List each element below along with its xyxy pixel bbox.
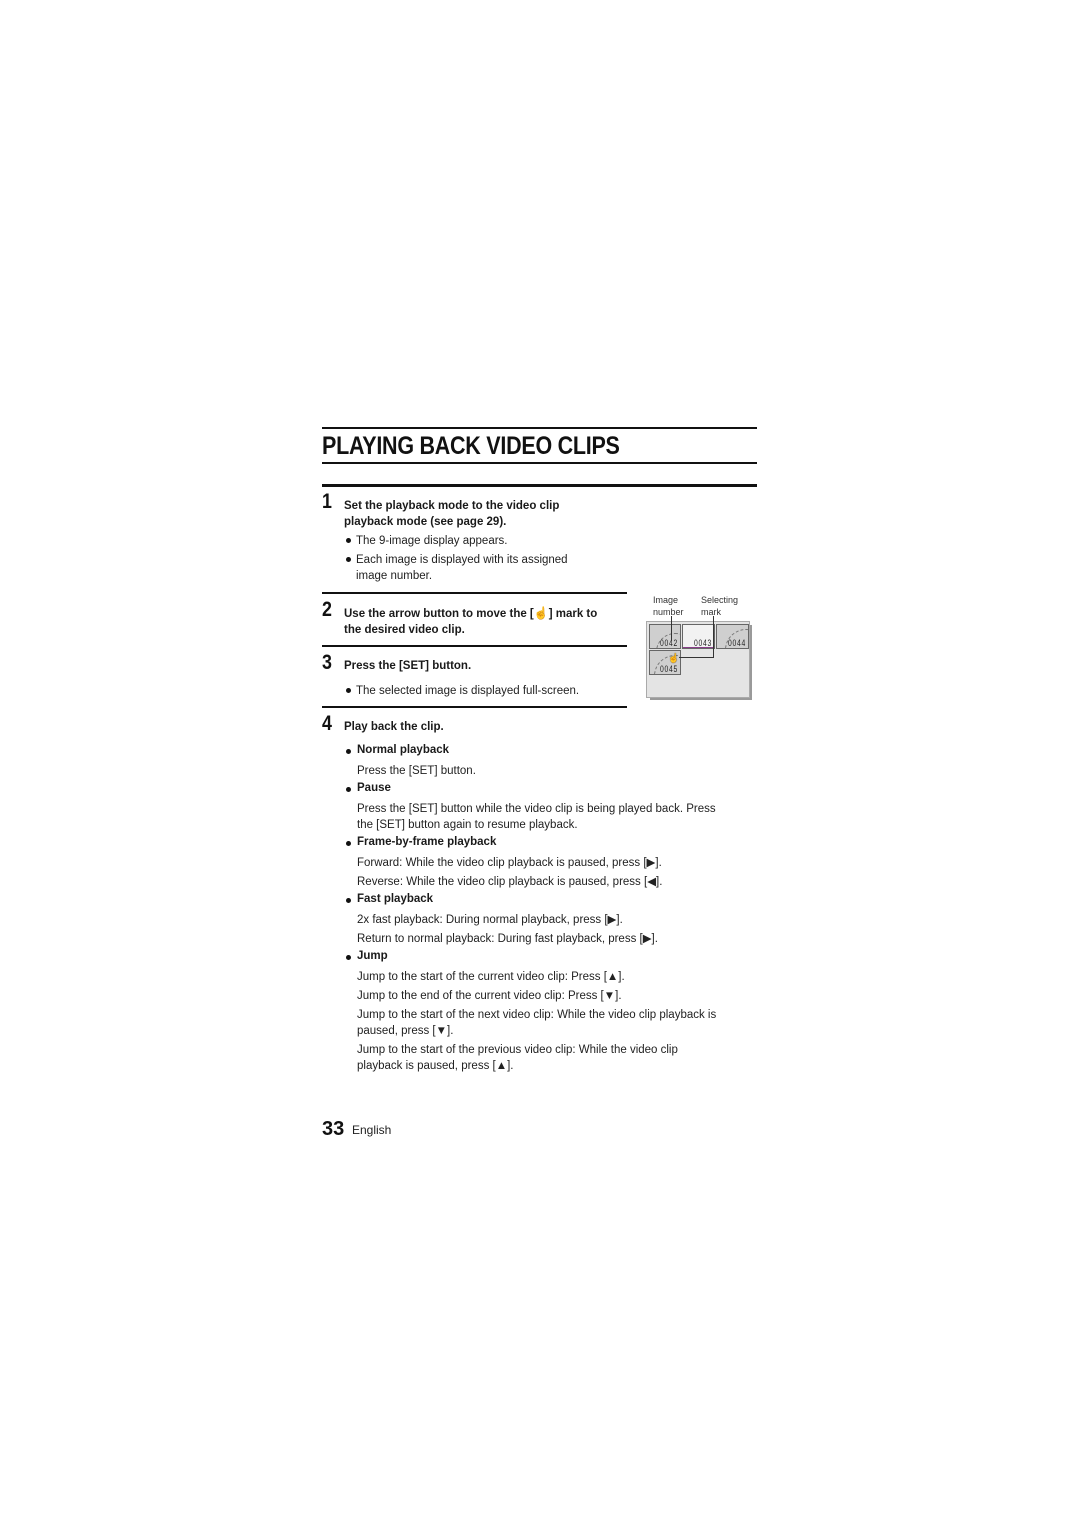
bullet-icon xyxy=(346,557,351,562)
callout-image-number: Image number xyxy=(653,594,684,618)
hand-pointer-icon: ☝ xyxy=(668,653,680,663)
text-line: Jump to the start of the previous video … xyxy=(357,1044,678,1056)
section-jump-previous: Jump to the start of the previous video … xyxy=(357,1042,678,1074)
step-4-rule xyxy=(322,706,627,708)
step-1-heading-line: playback mode (see page 29). xyxy=(344,516,507,528)
step-1-heading-line: Set the playback mode to the video clip xyxy=(344,500,560,512)
bullet-icon xyxy=(346,955,351,960)
image-number-label: 0042 xyxy=(659,638,678,648)
bullet-icon xyxy=(346,749,351,754)
step-2-heading-pre: Use the arrow button to move the [ xyxy=(344,608,534,620)
page-title: PLAYING BACK VIDEO CLIPS xyxy=(322,432,620,460)
step-3-rule xyxy=(322,645,627,647)
section-pause-title: Pause xyxy=(357,782,391,794)
bullet-icon xyxy=(346,787,351,792)
page-number: 33 xyxy=(322,1118,345,1140)
section-frame-by-frame-reverse: Reverse: While the video clip playback i… xyxy=(357,876,663,888)
section-frame-by-frame-title: Frame-by-frame playback xyxy=(357,836,497,848)
step-3-heading: Press the [SET] button. xyxy=(344,660,472,672)
callout-leader-selecting-mark-h xyxy=(679,657,714,658)
step-2-number: 2 xyxy=(322,598,332,621)
section-jump-start-current: Jump to the start of the current video c… xyxy=(357,971,625,983)
title-top-rule xyxy=(322,427,757,429)
step-1-number: 1 xyxy=(322,490,332,513)
image-number-label: 0044 xyxy=(727,638,746,648)
thumbnail-0043[interactable]: 0043 xyxy=(682,624,715,649)
callout-line: mark xyxy=(701,607,721,617)
callout-line: number xyxy=(653,607,684,617)
section-rule xyxy=(322,484,757,487)
section-pause-text: Press the [SET] button while the video c… xyxy=(357,801,716,833)
thumbnail-0042[interactable]: 0042 xyxy=(649,624,681,649)
step-2-heading-line: the desired video clip. xyxy=(344,624,465,636)
bullet-icon xyxy=(346,538,351,543)
section-fast-playback-title: Fast playback xyxy=(357,893,434,905)
section-frame-by-frame-forward: Forward: While the video clip playback i… xyxy=(357,857,662,869)
step-4-number: 4 xyxy=(322,712,332,735)
page-language: English xyxy=(352,1123,392,1137)
section-jump-next: Jump to the start of the next video clip… xyxy=(357,1007,716,1039)
selection-underline xyxy=(683,647,714,648)
bullet-icon xyxy=(346,688,351,693)
thumbnail-0045[interactable]: 0045 ☝ xyxy=(649,650,681,675)
text-line: the [SET] button again to resume playbac… xyxy=(357,819,578,831)
hand-pointer-icon: ☝ xyxy=(533,606,549,620)
thumbnail-0044[interactable]: 0044 xyxy=(716,624,749,649)
section-normal-playback-title: Normal playback xyxy=(357,744,450,756)
callout-selecting-mark: Selecting mark xyxy=(701,594,738,618)
text-line: paused, press [▼]. xyxy=(357,1025,454,1037)
text-line: Press the [SET] button while the video c… xyxy=(357,803,716,815)
step-3-number: 3 xyxy=(322,651,332,674)
section-fast-playback-return: Return to normal playback: During fast p… xyxy=(357,933,658,945)
title-bottom-rule xyxy=(322,462,757,464)
step-2-rule xyxy=(322,592,627,594)
step-2-heading: Use the arrow button to move the [☝] mar… xyxy=(344,605,597,638)
section-jump-title: Jump xyxy=(357,950,388,962)
step-4-heading: Play back the clip. xyxy=(344,721,444,733)
image-number-label: 0045 xyxy=(659,664,678,674)
callout-line: Image xyxy=(653,595,679,605)
step-1-heading: Set the playback mode to the video clip … xyxy=(344,498,559,530)
step-2-heading-post: ] mark to xyxy=(548,608,598,620)
step-1-bullet-1: The 9-image display appears. xyxy=(356,535,508,547)
step-1-bullet-2-line: Each image is displayed with its assigne… xyxy=(356,554,568,566)
section-fast-playback-2x: 2x fast playback: During normal playback… xyxy=(357,914,623,926)
callout-leader-image-number xyxy=(671,616,672,640)
text-line: Jump to the start of the next video clip… xyxy=(357,1009,717,1021)
step-1-bullet-2-line: image number. xyxy=(356,570,433,582)
section-jump-end-current: Jump to the end of the current video cli… xyxy=(357,990,622,1002)
callout-line: Selecting xyxy=(701,595,739,605)
callout-leader-selecting-mark xyxy=(713,616,714,657)
section-normal-playback-text: Press the [SET] button. xyxy=(357,765,476,777)
step-3-bullet-1: The selected image is displayed full-scr… xyxy=(356,685,580,697)
text-line: playback is paused, press [▲]. xyxy=(357,1060,514,1072)
bullet-icon xyxy=(346,898,351,903)
bullet-icon xyxy=(346,841,351,846)
step-2-heading-line: Use the arrow button to move the [☝] mar… xyxy=(344,605,597,622)
nine-image-display: 0042 0043 0044 0045 ☝ xyxy=(646,616,750,698)
step-1-bullet-2: Each image is displayed with its assigne… xyxy=(356,552,568,584)
